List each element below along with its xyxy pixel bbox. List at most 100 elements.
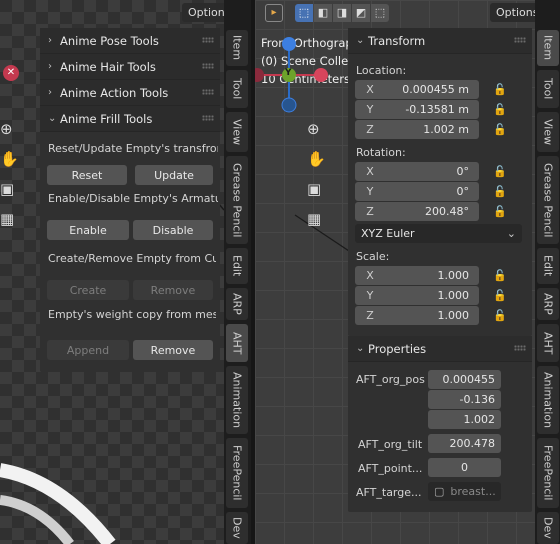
- chevron-right-icon: ›: [48, 61, 52, 72]
- aft-target-label: AFT_targe...: [356, 486, 422, 499]
- grid-icon[interactable]: ▦: [0, 210, 14, 228]
- zoom-icon[interactable]: ⊕: [0, 120, 13, 138]
- aft-org-pos-label: AFT_org_pos: [356, 373, 425, 386]
- chevron-down-icon: ⌄: [506, 227, 516, 240]
- properties-panel: ⌄ Properties AFT_org_pos 0.000455 -0.136…: [348, 336, 532, 512]
- gizmo-x-axis-icon[interactable]: ✕: [3, 65, 19, 81]
- scale-z-field[interactable]: Z 1.000: [355, 306, 479, 325]
- tab-aht[interactable]: AHT: [226, 324, 248, 362]
- transform-body: Location: X 0.000455 m Y -0.13581 m Z 1.002…: [348, 54, 532, 336]
- chevron-down-icon: ⌄: [48, 113, 57, 124]
- scale-label: Scale:: [356, 250, 390, 263]
- panel-anime-action-tools[interactable]: › Anime Action Tools: [40, 80, 220, 106]
- panel-anime-hair-tools[interactable]: › Anime Hair Tools: [40, 54, 220, 80]
- right-3d-viewport[interactable]: ▸ ⬚ ◧ ◨ ◩ ⬚ Options⌄ Front Orthographic …: [255, 0, 559, 544]
- aft-point-field[interactable]: 0: [428, 458, 501, 477]
- create-remove-label: Create/Remove Empty from Cu...: [48, 252, 216, 265]
- drag-grip-icon[interactable]: [202, 115, 214, 121]
- rotation-label: Rotation:: [356, 146, 406, 159]
- tab-view[interactable]: View: [226, 112, 248, 152]
- aft-org-pos-y-field[interactable]: -0.136: [428, 390, 501, 409]
- append-button[interactable]: Append: [47, 340, 129, 360]
- tab-view[interactable]: View: [537, 112, 559, 152]
- lock-icon[interactable]: 🔓: [493, 269, 507, 282]
- tab-grease-pencil[interactable]: Grease Pencil: [537, 156, 559, 244]
- rotation-x-field[interactable]: X 0°: [355, 162, 479, 181]
- tab-animation[interactable]: Animation: [226, 366, 248, 434]
- lock-icon[interactable]: 🔓: [493, 83, 507, 96]
- select-intersect-icon[interactable]: ⬚: [371, 4, 389, 22]
- create-button[interactable]: Create: [47, 280, 129, 300]
- left-3d-viewport[interactable]: ✕ ⊕ ✋ ▣ ▦ Options⌄ › Anime Pose Tools › …: [0, 0, 251, 544]
- viewport-object-line: [294, 214, 355, 256]
- reset-button[interactable]: Reset: [47, 165, 127, 185]
- tab-arp[interactable]: ARP: [226, 288, 248, 320]
- drag-grip-icon[interactable]: [514, 345, 526, 351]
- grid-icon[interactable]: ▦: [307, 210, 321, 228]
- reset-update-label: Reset/Update Empty's transfrom: [48, 142, 218, 155]
- rotation-y-field[interactable]: Y 0°: [355, 182, 479, 201]
- lock-icon[interactable]: 🔓: [493, 165, 507, 178]
- location-label: Location:: [356, 64, 407, 77]
- panel-anime-frill-tools[interactable]: ⌄ Anime Frill Tools: [40, 106, 220, 132]
- tab-edit[interactable]: Edit: [226, 248, 248, 284]
- tab-animation[interactable]: Animation: [537, 366, 559, 434]
- remove-empty-button[interactable]: Remove: [133, 280, 213, 300]
- tab-aht[interactable]: AHT: [537, 324, 559, 362]
- update-button[interactable]: Update: [135, 165, 213, 185]
- tab-edit[interactable]: Edit: [537, 248, 559, 284]
- weight-copy-label: Empty's weight copy from mes...: [48, 308, 216, 321]
- lock-icon[interactable]: 🔓: [493, 123, 507, 136]
- drag-grip-icon[interactable]: [202, 37, 214, 43]
- scale-y-field[interactable]: Y 1.000: [355, 286, 479, 305]
- aft-target-field[interactable]: ▢ breast...: [428, 482, 501, 501]
- pan-hand-icon[interactable]: ✋: [0, 150, 19, 168]
- location-y-field[interactable]: Y -0.13581 m: [355, 100, 479, 119]
- tab-dev[interactable]: Dev: [226, 512, 248, 544]
- drag-grip-icon[interactable]: [202, 89, 214, 95]
- object-icon: ▢: [434, 485, 445, 498]
- tab-tool[interactable]: Tool: [537, 70, 559, 108]
- chevron-right-icon: ›: [48, 87, 52, 98]
- enable-button[interactable]: Enable: [47, 220, 129, 240]
- aft-org-tilt-field[interactable]: 200.478: [428, 434, 501, 453]
- properties-header[interactable]: ⌄ Properties: [348, 336, 532, 362]
- camera-icon[interactable]: ▣: [307, 180, 321, 198]
- aft-org-pos-z-field[interactable]: 1.002: [428, 410, 501, 429]
- camera-icon[interactable]: ▣: [0, 180, 14, 198]
- rotation-mode-dropdown[interactable]: XYZ Euler ⌄: [355, 224, 522, 243]
- drag-grip-icon[interactable]: [202, 63, 214, 69]
- lock-icon[interactable]: 🔓: [493, 309, 507, 322]
- location-x-field[interactable]: X 0.000455 m: [355, 80, 479, 99]
- drag-grip-icon[interactable]: [514, 37, 526, 43]
- lock-icon[interactable]: 🔓: [493, 185, 507, 198]
- tab-grease-pencil[interactable]: Grease Pencil: [226, 156, 248, 244]
- aft-point-label: AFT_point...: [358, 462, 423, 475]
- aft-org-pos-x-field[interactable]: 0.000455: [428, 370, 501, 389]
- tab-tool[interactable]: Tool: [226, 70, 248, 108]
- tab-arp[interactable]: ARP: [537, 288, 559, 320]
- tab-freepencil[interactable]: FreePencil: [226, 438, 248, 508]
- scale-x-field[interactable]: X 1.000: [355, 266, 479, 285]
- pan-hand-icon[interactable]: ✋: [307, 150, 326, 168]
- lock-icon[interactable]: 🔓: [493, 205, 507, 218]
- aft-org-tilt-label: AFT_org_tilt: [358, 438, 423, 451]
- tab-item[interactable]: Item: [226, 30, 248, 66]
- zoom-icon[interactable]: ⊕: [307, 120, 320, 138]
- tab-item[interactable]: Item: [537, 30, 559, 66]
- disable-button[interactable]: Disable: [133, 220, 213, 240]
- remove-weight-button[interactable]: Remove: [133, 340, 213, 360]
- chevron-right-icon: ›: [48, 35, 52, 46]
- tab-freepencil[interactable]: FreePencil: [537, 438, 559, 508]
- panel-anime-pose-tools[interactable]: › Anime Pose Tools: [40, 28, 220, 54]
- lock-icon[interactable]: 🔓: [493, 103, 507, 116]
- tab-dev[interactable]: Dev: [537, 512, 559, 544]
- left-sidebar-tabs: Item Tool View Grease Pencil Edit ARP AH…: [224, 0, 251, 544]
- transform-header[interactable]: ⌄ Transform: [348, 28, 532, 54]
- location-z-field[interactable]: Z 1.002 m: [355, 120, 479, 139]
- rotation-z-field[interactable]: Z 200.48°: [355, 202, 479, 221]
- frill-tools-body: Reset/Update Empty's transfrom Reset Upd…: [40, 132, 220, 372]
- lock-icon[interactable]: 🔓: [493, 289, 507, 302]
- right-sidebar-tabs: Item Tool View Grease Pencil Edit ARP AH…: [535, 0, 560, 544]
- chevron-down-icon: ⌄: [356, 35, 365, 46]
